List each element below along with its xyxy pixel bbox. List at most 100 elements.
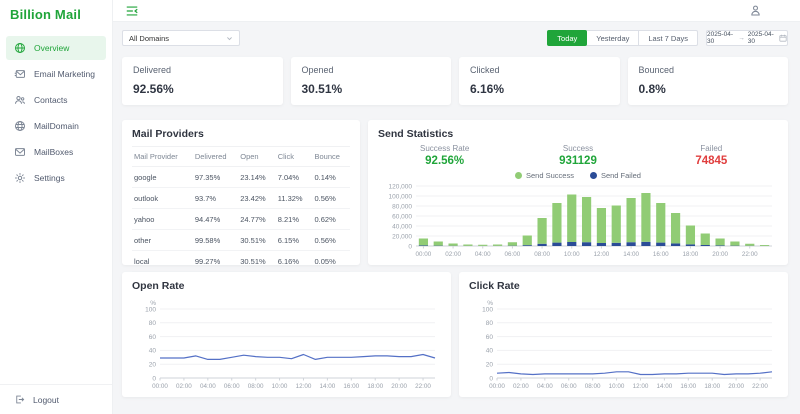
- legend-item-send-failed[interactable]: Send Failed: [590, 170, 641, 180]
- column-header: Bounce: [313, 147, 351, 167]
- svg-text:10:00: 10:00: [609, 383, 625, 390]
- svg-text:%: %: [487, 300, 493, 307]
- svg-text:10:00: 10:00: [564, 251, 580, 258]
- mail-providers-panel: Mail Providers Mail Provider Delivered O…: [122, 120, 360, 265]
- sidebar-item-maildomain[interactable]: MailDomain: [6, 114, 106, 138]
- cell-delivered: 99.58%: [193, 230, 238, 251]
- sidebar-item-settings[interactable]: Settings: [6, 166, 106, 190]
- svg-text:04:00: 04:00: [475, 251, 491, 258]
- svg-text:08:00: 08:00: [248, 383, 264, 390]
- svg-text:08:00: 08:00: [534, 251, 550, 258]
- sidebar-item-mailboxes[interactable]: MailBoxes: [6, 140, 106, 164]
- mail-providers-table: Mail Provider Delivered Open Click Bounc…: [132, 146, 350, 272]
- domain-select[interactable]: All Domains: [122, 30, 240, 46]
- cell-click: 8.21%: [276, 209, 313, 230]
- svg-text:14:00: 14:00: [320, 383, 336, 390]
- panel-title: Open Rate: [132, 280, 441, 292]
- metric-label: Failed: [645, 144, 778, 153]
- svg-text:60: 60: [486, 334, 494, 341]
- cell-bounce: 0.05%: [313, 251, 351, 272]
- metric-value: 92.56%: [378, 155, 511, 167]
- range-button-last7days[interactable]: Last 7 Days: [638, 30, 698, 46]
- svg-text:04:00: 04:00: [537, 383, 553, 390]
- mailbox-icon: [14, 146, 26, 158]
- sidebar-item-label: Settings: [34, 173, 65, 183]
- range-button-yesterday[interactable]: Yesterday: [586, 30, 639, 46]
- metric-value: 74845: [645, 155, 778, 167]
- svg-text:00:00: 00:00: [152, 383, 168, 390]
- svg-text:10:00: 10:00: [272, 383, 288, 390]
- sidebar-item-overview[interactable]: Overview: [6, 36, 106, 60]
- legend-item-send-success[interactable]: Send Success: [515, 170, 574, 180]
- chart-legend: Send Success Send Failed: [378, 170, 778, 180]
- cell-bounce: 0.62%: [313, 209, 351, 230]
- cell-delivered: 99.27%: [193, 251, 238, 272]
- svg-text:40: 40: [149, 348, 157, 355]
- sidebar-item-label: Overview: [34, 43, 69, 53]
- svg-text:16:00: 16:00: [653, 251, 669, 258]
- svg-text:18:00: 18:00: [704, 383, 720, 390]
- cell-click: 6.15%: [276, 230, 313, 251]
- filter-bar: All Domains Today Yesterday Last 7 Days …: [122, 30, 788, 46]
- cell-click: 7.04%: [276, 167, 313, 188]
- legend-dot: [515, 172, 522, 179]
- sidebar-collapse-icon[interactable]: [125, 4, 139, 18]
- metric-failed: Failed 74845: [645, 144, 778, 167]
- stat-label: Bounced: [639, 65, 778, 75]
- sidebar-item-label: MailDomain: [34, 121, 79, 131]
- date-range-buttons: Today Yesterday Last 7 Days: [547, 30, 698, 46]
- logout-icon: [14, 394, 25, 405]
- mail-send-icon: [14, 68, 26, 80]
- metric-label: Success: [511, 144, 644, 153]
- svg-text:00:00: 00:00: [489, 383, 505, 390]
- svg-text:20:00: 20:00: [712, 251, 728, 258]
- app-title: Billion Mail: [0, 0, 112, 28]
- range-button-today[interactable]: Today: [547, 30, 587, 46]
- metric-success-rate: Success Rate 92.56%: [378, 144, 511, 167]
- svg-text:20: 20: [149, 362, 157, 369]
- sidebar-item-contacts[interactable]: Contacts: [6, 88, 106, 112]
- column-header: Open: [238, 147, 275, 167]
- panel-title: Click Rate: [469, 280, 778, 292]
- topbar: [113, 0, 800, 22]
- send-statistics-bar-chart: 020,00040,00060,00080,000100,000120,0000…: [378, 182, 778, 258]
- column-header: Delivered: [193, 147, 238, 167]
- date-arrow: →: [738, 35, 745, 42]
- sidebar-item-label: Email Marketing: [34, 69, 95, 79]
- date-to: 2025-04-30: [748, 31, 776, 45]
- domain-select-value: All Domains: [129, 34, 169, 43]
- stat-card-delivered: Delivered 92.56%: [122, 57, 283, 105]
- metric-value: 931129: [511, 155, 644, 167]
- svg-text:100: 100: [145, 306, 156, 313]
- cell-provider: local: [132, 251, 193, 272]
- svg-text:18:00: 18:00: [683, 251, 699, 258]
- cell-click: 11.32%: [276, 188, 313, 209]
- cell-delivered: 93.7%: [193, 188, 238, 209]
- svg-text:08:00: 08:00: [585, 383, 601, 390]
- sidebar-item-email-marketing[interactable]: Email Marketing: [6, 62, 106, 86]
- svg-text:02:00: 02:00: [445, 251, 461, 258]
- logout-button[interactable]: Logout: [0, 384, 112, 414]
- main-content: All Domains Today Yesterday Last 7 Days …: [113, 22, 800, 414]
- cell-bounce: 0.56%: [313, 230, 351, 251]
- cell-open: 23.42%: [238, 188, 275, 209]
- sidebar: Billion Mail Overview Email Marketing Co…: [0, 0, 113, 414]
- legend-label: Send Success: [526, 171, 574, 180]
- svg-text:22:00: 22:00: [742, 251, 758, 258]
- cell-click: 6.16%: [276, 251, 313, 272]
- cell-provider: other: [132, 230, 193, 251]
- user-icon[interactable]: [749, 4, 762, 17]
- svg-text:80,000: 80,000: [392, 203, 412, 210]
- open-rate-panel: Open Rate 020406080100%00:0002:0004:0006…: [122, 272, 451, 397]
- svg-text:60,000: 60,000: [392, 213, 412, 220]
- svg-text:20,000: 20,000: [392, 233, 412, 240]
- svg-text:80: 80: [486, 320, 494, 327]
- cell-provider: yahoo: [132, 209, 193, 230]
- svg-text:04:00: 04:00: [200, 383, 216, 390]
- table-header-row: Mail Provider Delivered Open Click Bounc…: [132, 147, 350, 167]
- svg-text:12:00: 12:00: [594, 251, 610, 258]
- date-range-picker[interactable]: 2025-04-30 → 2025-04-30: [706, 30, 788, 46]
- stat-cards: Delivered 92.56% Opened 30.51% Clicked 6…: [122, 57, 788, 105]
- svg-text:20:00: 20:00: [728, 383, 744, 390]
- send-statistics-panel: Send Statistics Success Rate 92.56% Succ…: [368, 120, 788, 265]
